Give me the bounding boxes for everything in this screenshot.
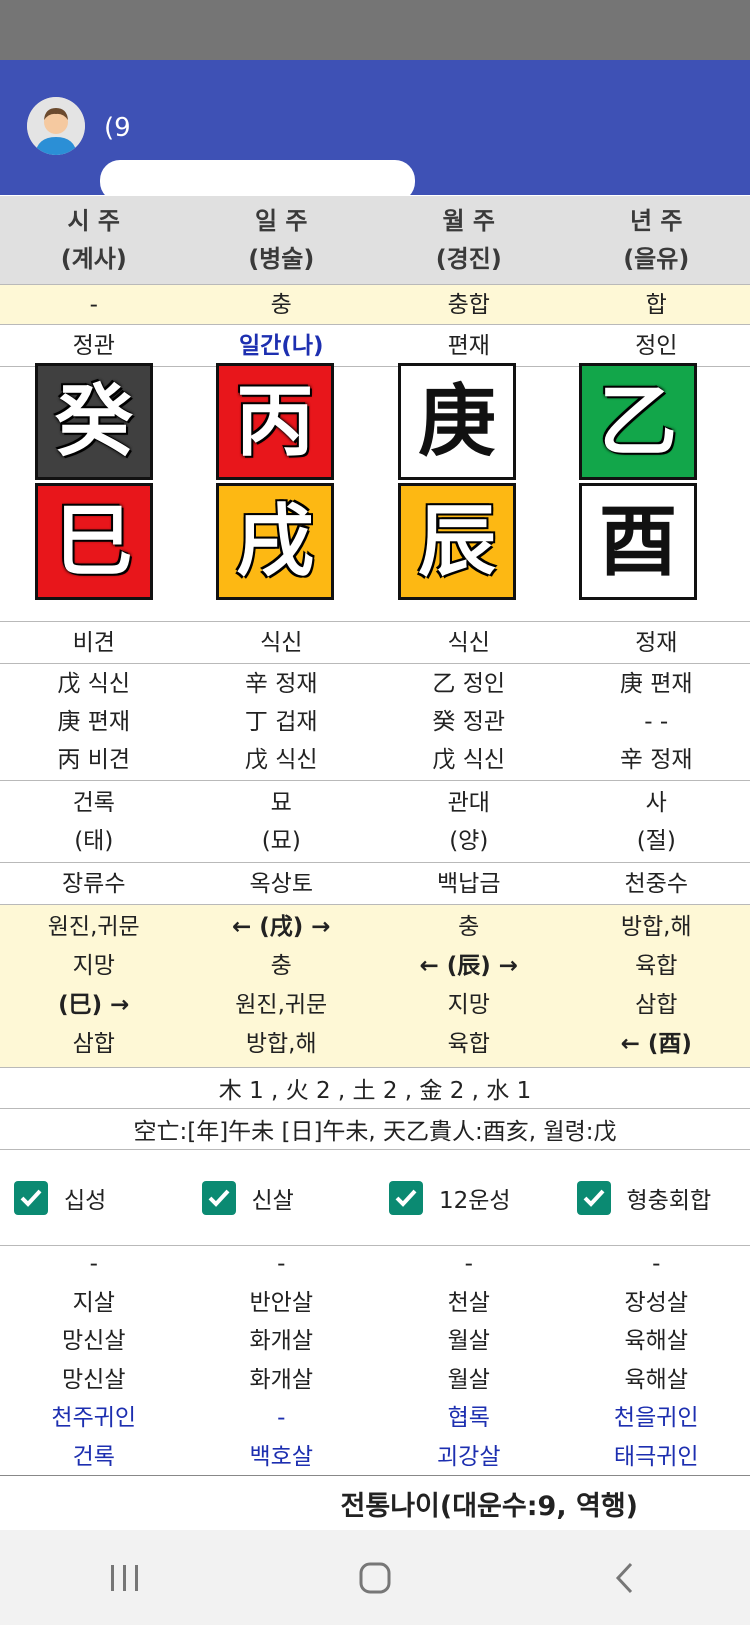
eight-characters-grid: 癸 丙 庚 乙 巳 戌 辰 酉 xyxy=(0,363,750,622)
stem-char-box[interactable]: 丙 xyxy=(216,363,334,480)
hidden-stems-cell: 戊 식신 庚 편재 丙 비견 xyxy=(57,671,131,773)
branch-char-box[interactable]: 酉 xyxy=(579,483,697,600)
checkbox-tengods[interactable]: 십성 xyxy=(0,1150,188,1245)
pillar-month: 월 주 (경진) xyxy=(435,207,502,273)
stem-char-box[interactable]: 庚 xyxy=(398,363,516,480)
checkbox-relations[interactable]: 형충회합 xyxy=(563,1150,750,1245)
twelve-stage-cell: 건록 (태) xyxy=(72,789,115,854)
branch-relation-cell: ← (戌) → 충 원진,귀문 방합,해 xyxy=(231,914,331,1057)
five-elements-count: 木 1 , 火 2 , 土 2 , 金 2 , 水 1 xyxy=(0,1068,750,1109)
checkbox-label: 신살 xyxy=(251,1187,294,1214)
stem-god-label: 정인 xyxy=(635,332,678,359)
napeum-row: 장류수 옥상토 백납금 천중수 xyxy=(0,863,750,905)
checkbox-shinsal[interactable]: 신살 xyxy=(188,1150,376,1245)
relation-label: 충 xyxy=(270,291,292,318)
stem-god-row: 정관 일간(나) 편재 정인 xyxy=(0,325,750,367)
home-icon[interactable] xyxy=(315,1548,435,1608)
branch-char-box[interactable]: 巳 xyxy=(35,483,153,600)
branch-god-label: 비견 xyxy=(72,629,115,656)
relation-label: - xyxy=(89,291,98,318)
display-options: 십성 신살 12운성 형충회합 xyxy=(0,1150,750,1246)
stem-relation-row: - 충 충합 합 xyxy=(0,285,750,325)
shinsal-row: - 지살 망신살 망신살 천주귀인 건록 - 반안살 화개살 화개살 - 백호살 - 천살 월살 월살 협록… xyxy=(0,1246,750,1476)
day-master-label: 일간(나) xyxy=(238,332,324,359)
twelve-stage-cell: 묘 (묘) xyxy=(261,789,301,854)
napeum-label: 장류수 xyxy=(62,870,126,897)
checkbox-checked-icon[interactable] xyxy=(201,1180,236,1215)
twelve-stage-cell: 사 (절) xyxy=(636,789,676,854)
branch-char-box[interactable]: 辰 xyxy=(398,483,516,600)
avatar[interactable] xyxy=(27,97,85,155)
napeum-label: 옥상토 xyxy=(249,870,313,897)
shinsal-cell: - 반안살 화개살 화개살 - 백호살 xyxy=(249,1251,313,1470)
stem-god-label: 편재 xyxy=(447,332,490,359)
pillar-header-row: 시 주 (계사) 일 주 (병술) 월 주 (경진) 년 주 (을유) xyxy=(0,196,750,285)
pillar-year: 년 주 (을유) xyxy=(623,207,690,273)
hidden-stems-cell: 乙 정인 癸 정관 戊 식신 xyxy=(432,671,506,773)
branch-relation-cell: 방합,해 육합 삼합 ← (酉) xyxy=(620,914,692,1057)
branch-relations-row: 원진,귀문 지망 (巳) → 삼합 ← (戌) → 충 원진,귀문 방합,해 충 ← (辰) … xyxy=(0,905,750,1068)
branch-god-label: 식신 xyxy=(447,629,490,656)
pillar-hour: 시 주 (계사) xyxy=(60,207,127,273)
daeun-title: 전통나이(대운수:9, 역행) xyxy=(340,1490,638,1522)
checkbox-checked-icon[interactable] xyxy=(576,1180,611,1215)
checkbox-label: 12운성 xyxy=(439,1187,511,1214)
branch-god-row: 비견 식신 식신 정재 xyxy=(0,622,750,664)
hidden-stems-cell: 庚 편재 - -辛 정재 xyxy=(619,671,693,773)
napeum-label: 백납금 xyxy=(437,870,501,897)
twelve-stage-cell: 관대 (양) xyxy=(447,789,490,854)
shinsal-cell: - 장성살 육해살 육해살 천을귀인 태극귀인 xyxy=(613,1251,699,1470)
checkbox-twelve-stages[interactable]: 12운성 xyxy=(375,1150,563,1245)
stem-char-box[interactable]: 癸 xyxy=(35,363,153,480)
recent-apps-icon[interactable] xyxy=(65,1548,185,1608)
hidden-stems-cell: 辛 정재 丁 겁재 戊 식신 xyxy=(244,671,318,773)
checkbox-checked-icon[interactable] xyxy=(14,1180,48,1215)
shinsal-cell: - 지살 망신살 망신살 천주귀인 건록 xyxy=(51,1251,137,1470)
shinsal-cell: - 천살 월살 월살 협록 괴강살 xyxy=(437,1251,501,1470)
profile-name: (9 xyxy=(104,113,131,143)
branch-relation-cell: 원진,귀문 지망 (巳) → 삼합 xyxy=(47,914,140,1057)
relation-label: 합 xyxy=(645,291,667,318)
status-bar xyxy=(0,0,750,68)
hidden-stems-row: 戊 식신 庚 편재 丙 비견 辛 정재 丁 겁재 戊 식신 乙 정인 癸 정관 戊 식신 庚… xyxy=(0,664,750,781)
branch-god-label: 정재 xyxy=(635,629,678,656)
napeum-label: 천중수 xyxy=(624,870,688,897)
twelve-stages-row: 건록 (태) 묘 (묘) 관대 (양) 사 (절) xyxy=(0,781,750,863)
checkbox-label: 십성 xyxy=(64,1187,107,1214)
stem-god-label: 정관 xyxy=(72,332,115,359)
branch-char-box[interactable]: 戌 xyxy=(216,483,334,600)
checkbox-checked-icon[interactable] xyxy=(389,1180,423,1215)
branch-god-label: 식신 xyxy=(260,629,303,656)
gongmang-info: 空亡:[年]午未 [日]午未, 天乙貴人:酉亥, 월령:戊 xyxy=(0,1109,750,1150)
branch-relation-cell: 충 ← (辰) → 지망 육합 xyxy=(419,914,519,1057)
stem-char-box[interactable]: 乙 xyxy=(579,363,697,480)
relation-label: 충합 xyxy=(447,291,490,318)
checkbox-label: 형충회합 xyxy=(626,1187,712,1214)
back-icon[interactable] xyxy=(565,1548,685,1608)
pillar-day: 일 주 (병술) xyxy=(248,207,315,273)
system-navigation-bar xyxy=(0,1530,750,1625)
